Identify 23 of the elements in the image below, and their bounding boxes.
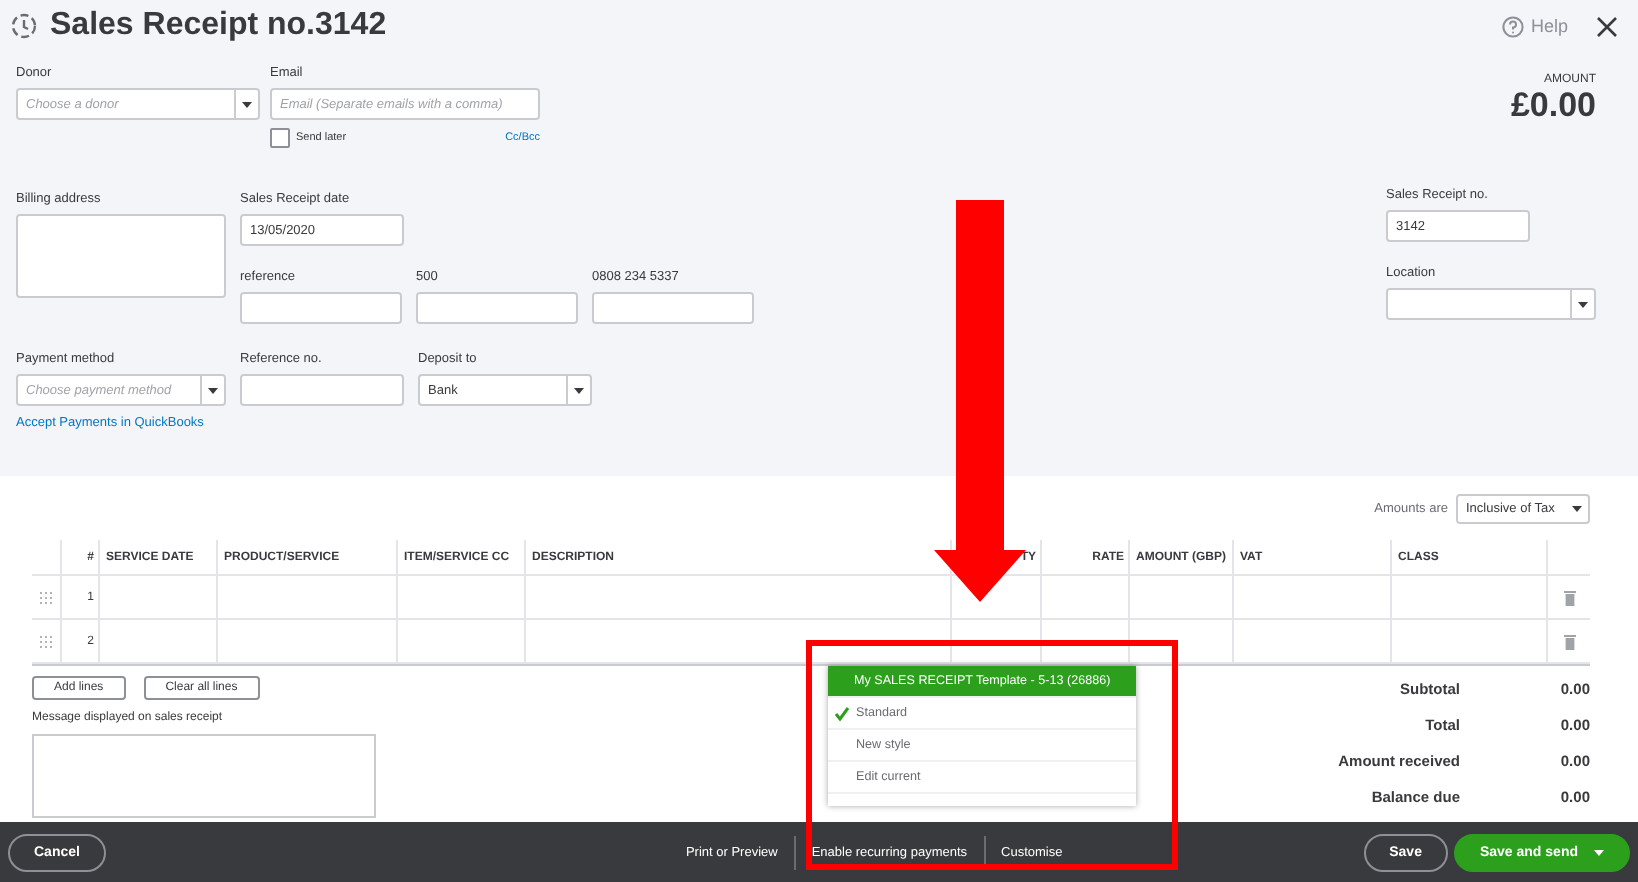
arrow-icon bbox=[928, 200, 1032, 602]
amount-value: £0.00 bbox=[1510, 86, 1596, 126]
caret-icon bbox=[1578, 301, 1588, 307]
custom-field[interactable] bbox=[240, 292, 402, 324]
receipt-history-icon[interactable] bbox=[10, 12, 38, 40]
billing-address-field[interactable] bbox=[16, 214, 226, 298]
check-icon bbox=[834, 705, 850, 721]
location-dropdown[interactable] bbox=[1386, 288, 1596, 320]
caret-icon bbox=[208, 387, 218, 393]
caret-icon bbox=[1571, 506, 1581, 512]
custom-field[interactable] bbox=[416, 292, 578, 324]
reference-field[interactable] bbox=[240, 374, 404, 406]
send-later-checkbox[interactable] bbox=[270, 128, 290, 148]
window-title: Sales Receipt no.3142 bbox=[50, 8, 387, 44]
caret-icon bbox=[242, 101, 252, 107]
trash-icon[interactable] bbox=[1563, 633, 1575, 649]
message-field[interactable] bbox=[32, 734, 376, 818]
custom-field[interactable] bbox=[592, 292, 754, 324]
help-icon bbox=[1502, 15, 1525, 37]
close-icon[interactable] bbox=[1596, 15, 1618, 37]
trash-icon[interactable] bbox=[1563, 589, 1575, 605]
caret-icon bbox=[574, 387, 584, 393]
caret-icon bbox=[1594, 849, 1604, 855]
